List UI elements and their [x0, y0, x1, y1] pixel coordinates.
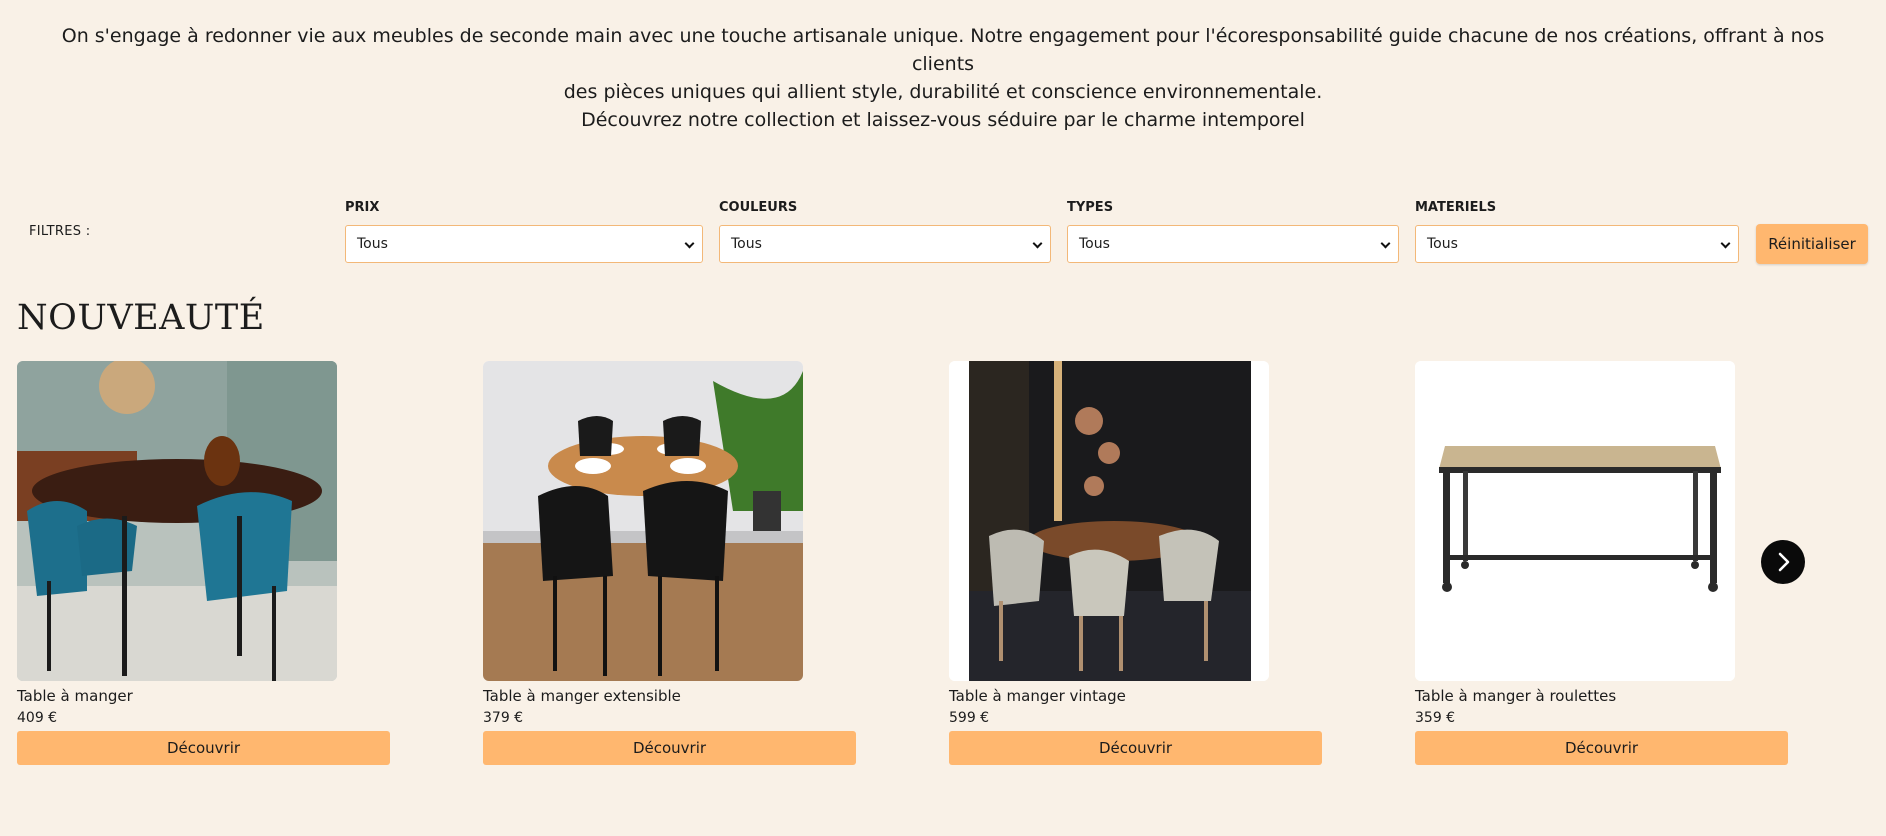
discover-button[interactable]: Découvrir	[483, 731, 856, 765]
materiels-select[interactable]: Tous	[1415, 225, 1739, 263]
couleurs-select-value: Tous	[731, 236, 762, 252]
chevron-down-icon	[1720, 238, 1731, 249]
couleurs-select[interactable]: Tous	[719, 225, 1051, 263]
filter-types-label: TYPES	[1067, 200, 1114, 215]
intro-text: On s'engage à redonner vie aux meubles d…	[60, 22, 1826, 134]
filter-couleurs: COULEURS Tous	[719, 199, 1051, 263]
product-image[interactable]	[17, 361, 337, 681]
carousel-next-button[interactable]	[1761, 540, 1805, 584]
filter-prix-label: PRIX	[345, 200, 380, 215]
reset-filters-button[interactable]: Réinitialiser	[1756, 224, 1868, 264]
product-card: Table à manger à roulettes 359 € Découvr…	[1415, 361, 1788, 765]
chevron-down-icon	[1380, 238, 1391, 249]
materiels-select-value: Tous	[1427, 236, 1458, 252]
discover-button[interactable]: Découvrir	[949, 731, 1322, 765]
product-image[interactable]	[1415, 361, 1735, 681]
chevron-down-icon	[684, 238, 695, 249]
product-price: 409 €	[17, 710, 58, 726]
product-price: 379 €	[483, 710, 524, 726]
types-select-value: Tous	[1079, 236, 1110, 252]
product-name: Table à manger extensible	[483, 687, 681, 705]
chevron-down-icon	[1032, 238, 1043, 249]
intro-line-3: Découvrez notre collection et laissez-vo…	[581, 109, 1305, 131]
prix-select[interactable]: Tous	[345, 225, 703, 263]
product-card: Table à manger extensible 379 € Découvri…	[483, 361, 856, 765]
discover-button[interactable]: Découvrir	[1415, 731, 1788, 765]
product-card: Table à manger vintage 599 € Découvrir	[949, 361, 1322, 765]
product-name: Table à manger à roulettes	[1415, 687, 1617, 705]
product-image[interactable]	[949, 361, 1269, 681]
product-name: Table à manger	[17, 687, 133, 705]
discover-button[interactable]: Découvrir	[17, 731, 390, 765]
product-card: Table à manger 409 € Découvrir	[17, 361, 390, 765]
intro-line-1: On s'engage à redonner vie aux meubles d…	[61, 25, 1825, 75]
filter-types: TYPES Tous	[1067, 199, 1399, 263]
intro-line-2: des pièces uniques qui allient style, du…	[563, 81, 1323, 103]
filter-materiels: MATERIELS Tous	[1415, 199, 1739, 263]
types-select[interactable]: Tous	[1067, 225, 1399, 263]
prix-select-value: Tous	[357, 236, 388, 252]
filters-label: FILTRES :	[29, 224, 91, 239]
product-price: 359 €	[1415, 710, 1456, 726]
product-name: Table à manger vintage	[949, 687, 1126, 705]
product-price: 599 €	[949, 710, 990, 726]
chevron-right-icon	[1778, 552, 1790, 572]
filter-couleurs-label: COULEURS	[719, 200, 798, 215]
filter-prix: PRIX Tous	[345, 199, 703, 263]
section-title: NOUVEAUTÉ	[17, 298, 265, 338]
product-image[interactable]	[483, 361, 803, 681]
filter-materiels-label: MATERIELS	[1415, 200, 1497, 215]
